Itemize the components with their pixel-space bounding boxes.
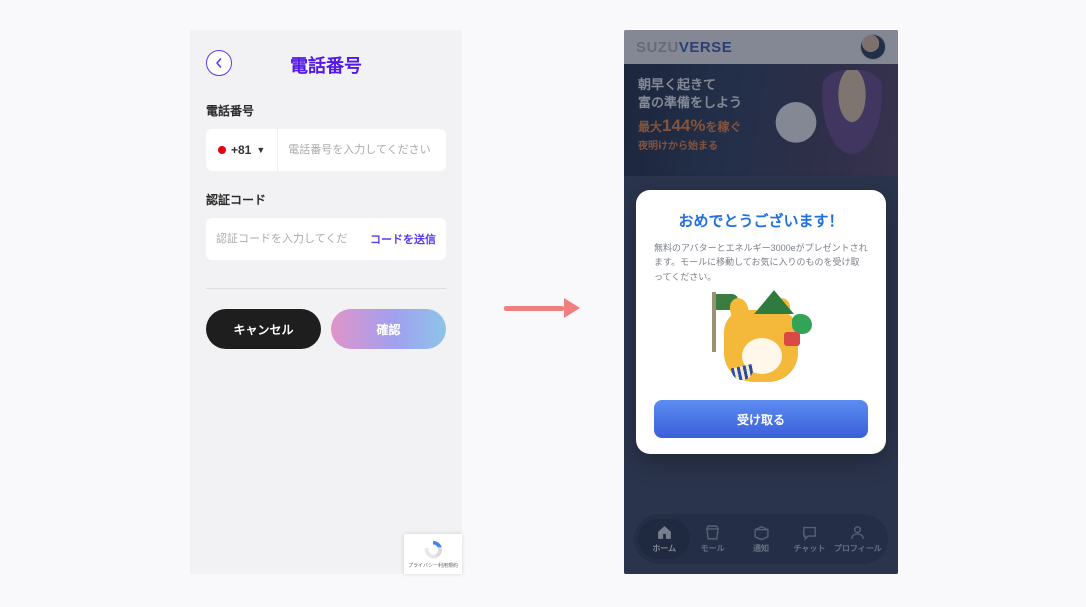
recaptcha-text: プライバシー利用規約 (408, 562, 458, 569)
phone-verification-screen: 電話番号 電話番号 +81 ▼ 認証コード コードを送信 キャンセル 確認 (190, 30, 462, 574)
phone-input-row: +81 ▼ (206, 129, 446, 171)
phone-number-label: 電話番号 (206, 102, 446, 119)
chevron-down-icon: ▼ (256, 145, 265, 155)
verification-code-label: 認証コード (206, 191, 446, 208)
chevron-left-icon (214, 58, 224, 68)
congrats-modal: おめでとうございます！ 無料のアバターとエネルギー3000eがプレゼントされます… (636, 190, 886, 454)
modal-text: 無料のアバターとエネルギー3000eがプレゼントされます。モールに移動してお気に… (654, 241, 868, 284)
page-title: 電話番号 (206, 52, 446, 78)
verification-code-input[interactable] (206, 218, 370, 260)
confirm-button[interactable]: 確認 (331, 309, 446, 349)
back-button[interactable] (206, 50, 232, 76)
recaptcha-icon (422, 539, 444, 561)
send-code-button[interactable]: コードを送信 (370, 231, 436, 247)
divider (206, 288, 446, 289)
code-input-row: コードを送信 (206, 218, 446, 260)
recaptcha-badge[interactable]: プライバシー利用規約 (404, 534, 462, 574)
button-row: キャンセル 確認 (206, 309, 446, 349)
modal-character-illustration (706, 292, 816, 388)
cancel-button[interactable]: キャンセル (206, 309, 321, 349)
country-code-select[interactable]: +81 ▼ (206, 129, 278, 171)
phone-number-input[interactable] (278, 129, 446, 171)
receive-button[interactable]: 受け取る (654, 400, 868, 438)
app-screen-with-modal: SUZUVERSE 朝早く起きて 富の準備をしよう 最大144%を稼ぐ 夜明けか… (624, 30, 898, 574)
modal-title: おめでとうございます！ (654, 210, 868, 231)
country-code-text: +81 (231, 143, 251, 157)
japan-flag-icon (218, 146, 226, 154)
flow-arrow-icon (504, 298, 584, 318)
